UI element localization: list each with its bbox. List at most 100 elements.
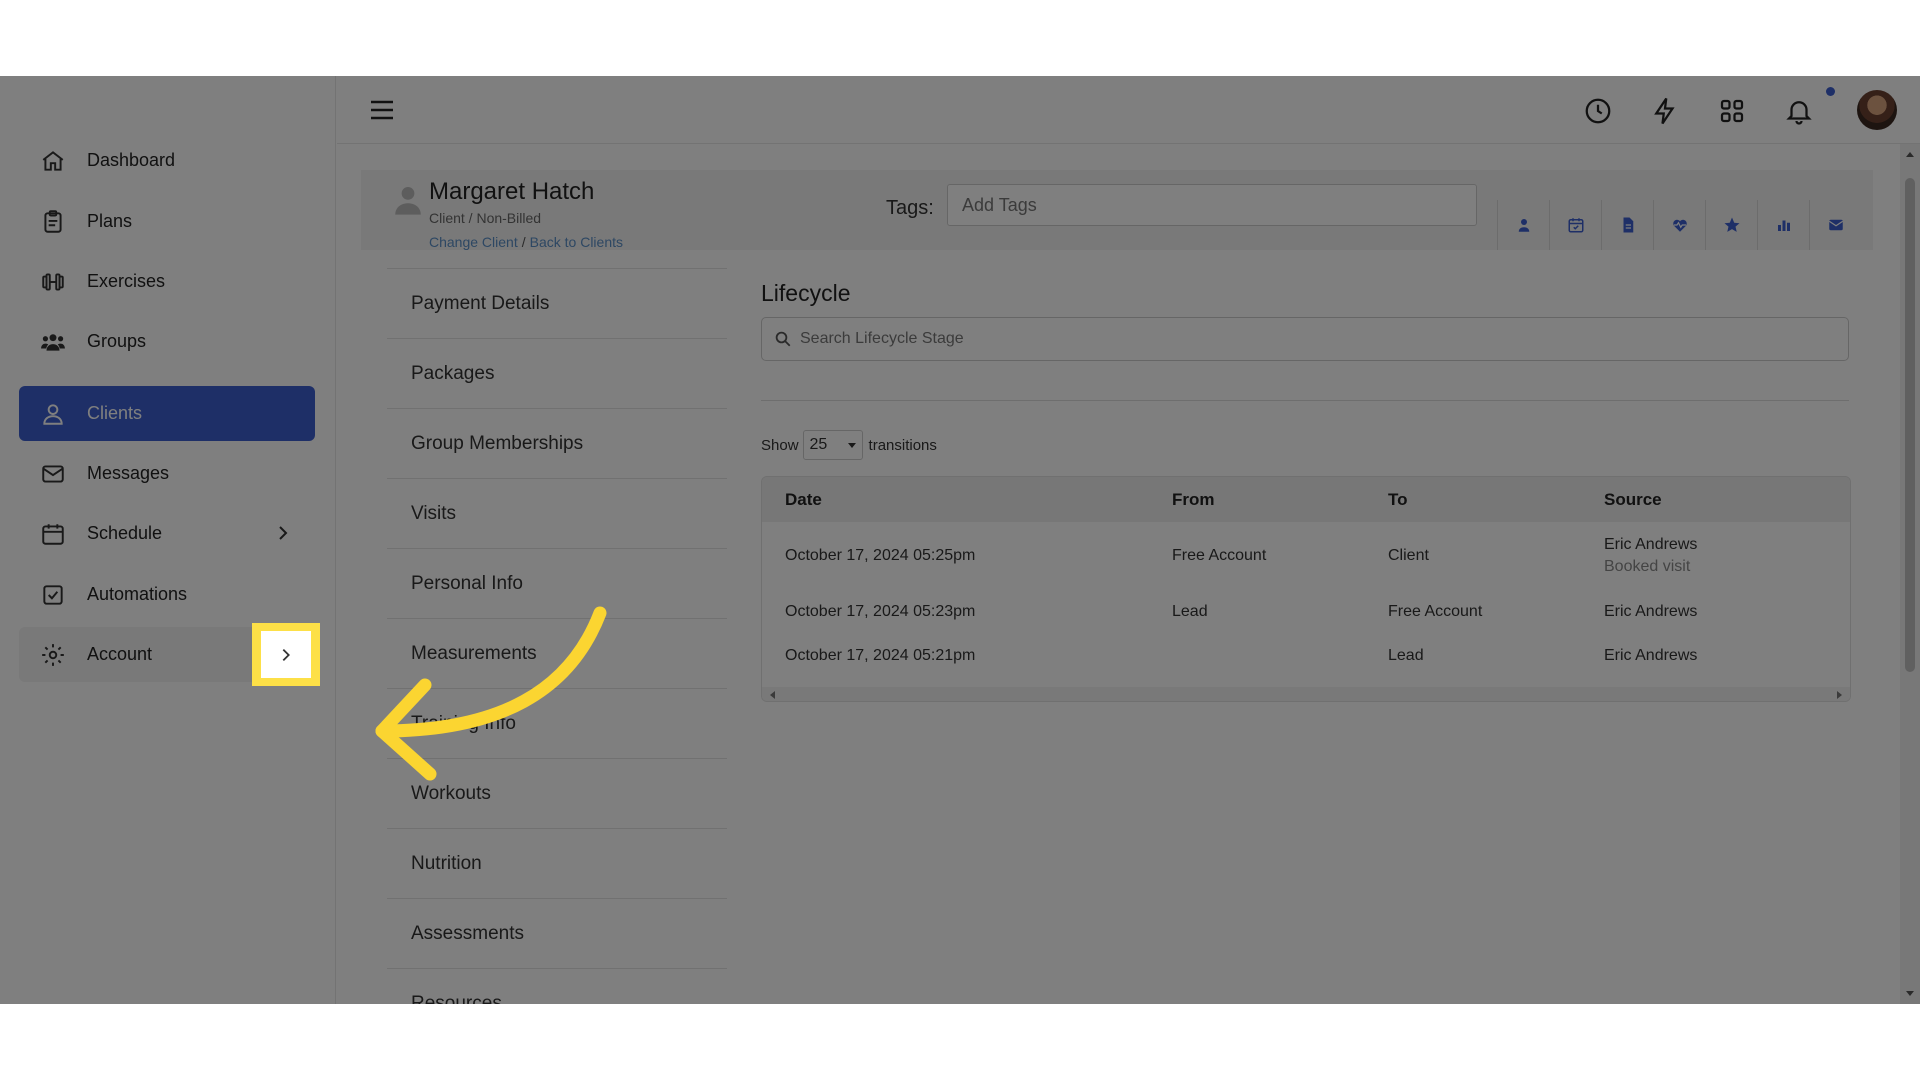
top-bar [337,76,1920,144]
cell-to: Free Account [1388,603,1483,620]
client-avatar-icon [395,186,421,215]
column-header-date[interactable]: Date [762,490,1172,510]
client-links: Change Client / Back to Clients [429,234,623,250]
column-header-to[interactable]: To [1388,490,1604,510]
sidebar: Dashboard Plans Exercises Groups Clients [0,76,336,1004]
account-expand-button[interactable] [261,631,311,678]
show-label: Show [761,436,799,454]
cell-from: Lead [1172,603,1208,620]
cell-source: Eric Andrews Booked visit [1604,536,1834,576]
scroll-left-icon[interactable] [770,691,775,699]
tags-input[interactable] [947,184,1477,226]
client-subtitle: Client / Non-Billed [429,210,542,226]
source-detail: Booked visit [1604,558,1691,575]
page-size-control: Show 25 transitions [761,430,937,460]
back-to-clients-link[interactable]: Back to Clients [530,234,623,250]
gear-icon [39,641,67,669]
column-header-from[interactable]: From [1172,490,1388,510]
sidebar-item-label: Groups [87,331,147,351]
star-icon[interactable] [1705,200,1757,250]
chevron-right-icon[interactable] [273,523,293,543]
dumbbell-icon [39,268,67,296]
lifecycle-table: Date From To Source October 17, 2024 05:… [761,476,1851,702]
cell-to: Lead [1388,647,1424,664]
cell-date: October 17, 2024 05:21pm [785,647,976,664]
cell-source: Eric Andrews [1604,603,1698,620]
sidebar-item-groups[interactable]: Groups [19,314,315,369]
heartbeat-icon[interactable] [1653,200,1705,250]
search-icon [775,331,791,347]
notification-dot [1826,87,1835,96]
vertical-scrollbar[interactable] [1900,144,1920,1004]
submenu-item-assessments[interactable]: Assessments [387,898,727,968]
annotation-arrow-icon [375,606,607,781]
submenu-item-packages[interactable]: Packages [387,338,727,408]
sidebar-item-dashboard[interactable]: Dashboard [19,133,315,188]
sidebar-item-label: Automations [87,584,188,604]
apps-icon[interactable] [1717,96,1747,126]
horizontal-scrollbar[interactable] [762,687,1850,701]
calendar-icon [39,520,67,548]
envelope-icon[interactable] [1809,200,1861,250]
panel-title: Lifecycle [761,280,851,306]
submenu-item-group-memberships[interactable]: Group Memberships [387,408,727,478]
calendar-check-icon[interactable] [1549,200,1601,250]
client-name: Margaret Hatch [429,178,595,205]
cell-to: Client [1388,547,1429,564]
tags-label: Tags: [886,197,934,219]
divider [761,400,1849,401]
profile-icon[interactable] [1497,200,1549,250]
bar-chart-icon[interactable] [1757,200,1809,250]
table-header: Date From To Source [762,477,1850,522]
sidebar-item-label: Account [87,644,153,664]
scrollbar-thumb[interactable] [1905,178,1915,672]
column-header-source[interactable]: Source [1604,490,1834,510]
sidebar-item-label: Clients [87,403,143,423]
envelope-icon [39,460,67,488]
bell-icon[interactable] [1784,96,1814,126]
menu-icon[interactable] [367,96,397,124]
source-name: Eric Andrews [1604,536,1698,553]
scroll-right-icon[interactable] [1837,691,1842,699]
page-size-value: 25 [809,436,828,453]
sidebar-item-label: Schedule [87,523,163,543]
submenu-item-payment-details[interactable]: Payment Details [387,268,727,338]
table-row: October 17, 2024 05:25pm Free Account Cl… [762,522,1850,590]
sidebar-item-schedule[interactable]: Schedule [19,506,315,561]
scroll-down-icon[interactable] [1906,991,1914,996]
lifecycle-panel: Lifecycle Show 25 transitions Date From … [761,280,1851,702]
cell-date: October 17, 2024 05:23pm [785,603,976,620]
home-icon [39,147,67,175]
page-size-select[interactable]: 25 [802,430,863,460]
caret-down-icon [847,442,856,448]
avatar[interactable] [1857,90,1897,130]
app-window: Dashboard Plans Exercises Groups Clients [0,76,1920,1004]
transitions-label: transitions [868,436,937,454]
scroll-up-icon[interactable] [1906,152,1914,157]
clock-icon[interactable] [1583,96,1613,126]
highlight-box [252,623,320,686]
sidebar-item-plans[interactable]: Plans [19,194,315,249]
submenu-item-resources[interactable]: Resources [387,968,727,1004]
link-separator: / [521,234,526,250]
lifecycle-search[interactable] [761,317,1849,361]
sidebar-item-automations[interactable]: Automations [19,567,315,622]
user-icon [39,400,67,428]
sidebar-item-exercises[interactable]: Exercises [19,254,315,309]
sidebar-item-label: Exercises [87,271,166,291]
cell-from: Free Account [1172,547,1267,564]
sidebar-item-clients[interactable]: Clients [19,386,315,441]
submenu-item-nutrition[interactable]: Nutrition [387,828,727,898]
bolt-icon[interactable] [1650,96,1680,126]
sidebar-item-label: Plans [87,211,133,231]
users-icon [39,328,67,356]
sidebar-item-messages[interactable]: Messages [19,446,315,501]
cell-date: October 17, 2024 05:25pm [785,547,976,564]
search-input[interactable] [800,330,1800,348]
client-header: Margaret Hatch Client / Non-Billed Chang… [361,170,1873,250]
document-icon[interactable] [1601,200,1653,250]
clipboard-icon [39,208,67,236]
table-row: October 17, 2024 05:21pm Lead Eric Andre… [762,634,1850,678]
change-client-link[interactable]: Change Client [429,234,518,250]
chevron-right-icon [282,648,290,661]
